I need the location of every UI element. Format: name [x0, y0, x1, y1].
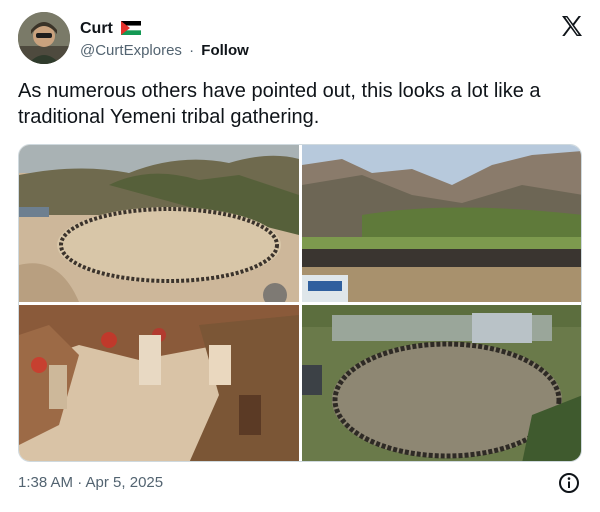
- author-name-row[interactable]: Curt: [80, 20, 142, 40]
- tweet-timestamp[interactable]: 1:38 AM · Apr 5, 2025: [18, 474, 163, 491]
- photo-icon: [19, 145, 299, 302]
- follow-button[interactable]: Follow: [201, 42, 249, 59]
- handle-row: @CurtExplores · Follow: [80, 42, 249, 59]
- media-photo-2[interactable]: [302, 145, 581, 302]
- photo-icon: [19, 305, 299, 461]
- author-handle[interactable]: @CurtExplores: [80, 42, 182, 59]
- media-photo-1[interactable]: [19, 145, 299, 302]
- tweet-header: Curt @CurtExplores · Follow: [18, 12, 584, 64]
- media-grid: [18, 144, 582, 462]
- media-photo-3[interactable]: [19, 305, 299, 461]
- photo-icon: [302, 305, 581, 461]
- x-logo-icon[interactable]: [560, 14, 584, 38]
- palestine-flag-icon: [121, 21, 142, 40]
- media-photo-4[interactable]: [302, 305, 581, 461]
- separator-dot: ·: [189, 42, 195, 59]
- info-icon[interactable]: [558, 472, 580, 494]
- photo-icon: [302, 145, 581, 302]
- tweet-text: As numerous others have pointed out, thi…: [18, 80, 541, 128]
- author-name[interactable]: Curt: [80, 20, 113, 37]
- avatar[interactable]: [18, 12, 70, 64]
